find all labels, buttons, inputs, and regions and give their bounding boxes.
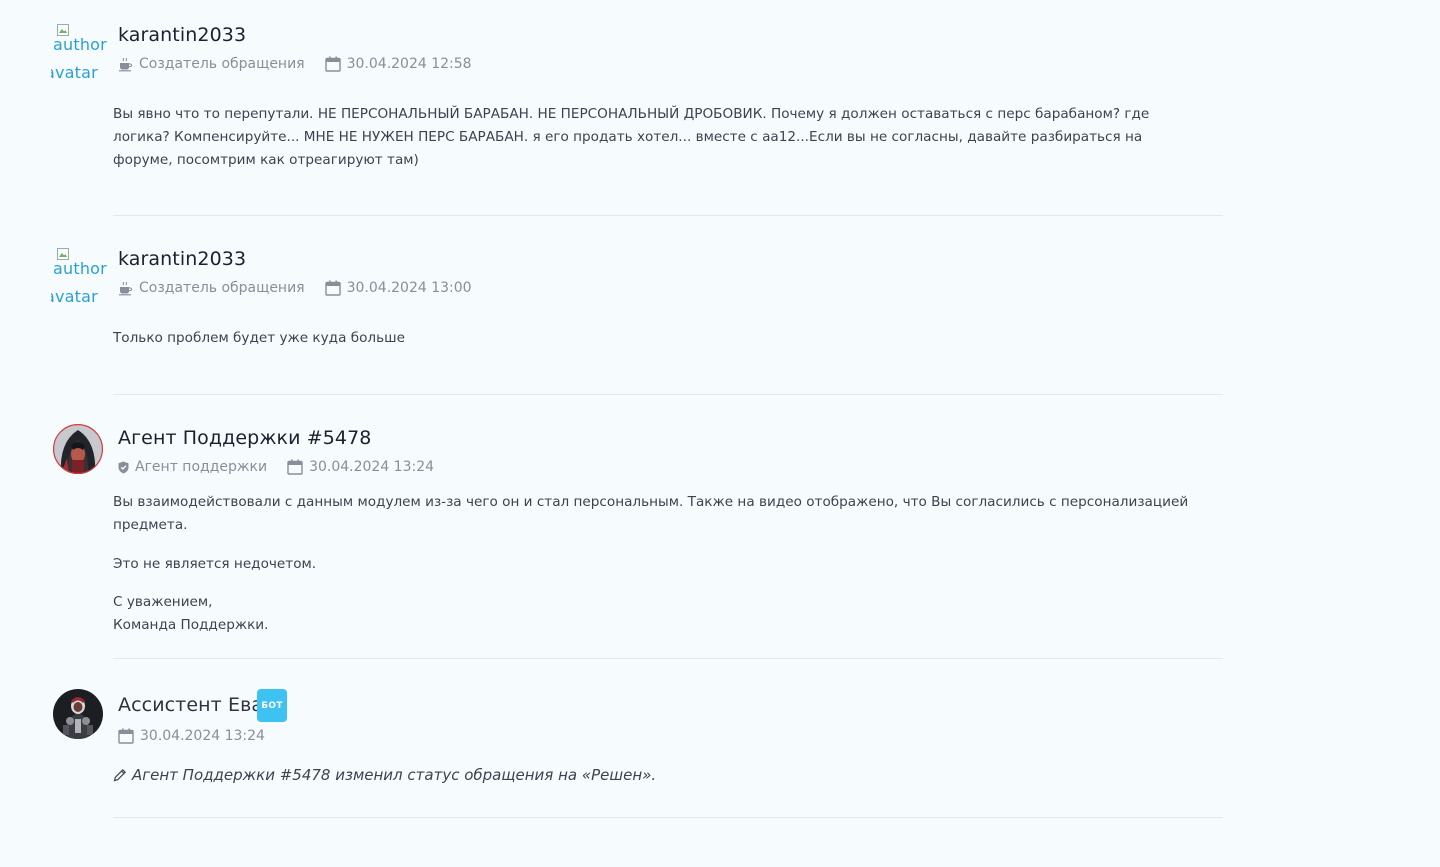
author-name[interactable]: karantin2033 [118,24,246,46]
message-body: Только проблем будет уже куда больше [113,327,1203,350]
bot-avatar[interactable] [53,689,103,739]
author-name[interactable]: Агент Поддержки #5478 [118,427,372,449]
post-meta: Создатель обращения 30.04.2024 13:00 [118,280,472,296]
post-date: 30.04.2024 13:00 [324,280,472,296]
post-meta: Агент поддержки 30.04.2024 13:24 [118,459,434,475]
avatar-alt-text: author [53,259,107,278]
ticket-thread: author avatar karantin2033 Создатель обр… [0,0,1440,867]
post-meta: Создатель обращения 30.04.2024 12:58 [118,56,472,72]
role-label: Создатель обращения [139,280,305,296]
post-divider [113,658,1223,659]
message-paragraph: Вы явно что то перепутали. НЕ ПЕРСОНАЛЬН… [113,106,1150,168]
avatar-alt-text: author [53,35,107,54]
agent-avatar[interactable] [53,424,103,474]
hooded-figure-avatar-icon [53,424,103,474]
message-body: Вы явно что то перепутали. НЕ ПЕРСОНАЛЬН… [113,103,1203,172]
post-date: 30.04.2024 13:24 [118,728,265,744]
status-change-note: Агент Поддержки #5478 изменил статус обр… [113,766,656,784]
date-label: 30.04.2024 13:24 [309,459,435,475]
author-role: Создатель обращения [118,280,305,296]
author-name[interactable]: Ассистент Ева [118,694,263,716]
post-divider [113,817,1223,818]
author-avatar[interactable]: author avatar [51,248,113,312]
role-label: Агент поддержки [135,459,268,475]
message-paragraph: Вы взаимодействовали с данным модулем из… [113,494,1189,533]
post-divider [113,215,1223,216]
calendar-icon [324,56,341,72]
post-divider [113,394,1223,395]
avatar-alt-text: avatar [45,63,98,82]
coffee-icon [119,57,133,71]
author-role: Создатель обращения [118,56,305,72]
author-avatar[interactable]: author avatar [51,24,113,88]
robot-avatar-icon [53,689,103,739]
message-paragraph: Команда Поддержки. [113,617,269,633]
shield-icon [118,461,129,473]
calendar-icon [118,728,134,744]
coffee-icon [119,281,133,295]
author-role: Агент поддержки [118,459,267,475]
avatar-alt-text: avatar [45,287,98,306]
date-label: 30.04.2024 13:24 [140,728,265,744]
message-body: Вы взаимодействовали с данным модулем из… [113,491,1203,637]
date-label: 30.04.2024 12:58 [346,56,472,72]
date-label: 30.04.2024 13:00 [346,280,472,296]
message-paragraph: Это не является недочетом. [113,556,317,572]
calendar-icon [324,280,341,296]
post-meta: 30.04.2024 13:24 [118,728,265,744]
post-date: 30.04.2024 13:24 [287,459,434,475]
author-name[interactable]: karantin2033 [118,248,246,270]
message-paragraph: С уважением, [113,594,213,610]
calendar-icon [287,459,303,475]
message-paragraph: Только проблем будет уже куда больше [113,330,405,346]
status-note-text: Агент Поддержки #5478 изменил статус обр… [132,766,657,784]
post-date: 30.04.2024 12:58 [324,56,472,72]
bot-badge: БОТ [257,689,287,722]
pencil-icon [113,768,127,782]
role-label: Создатель обращения [139,56,305,72]
